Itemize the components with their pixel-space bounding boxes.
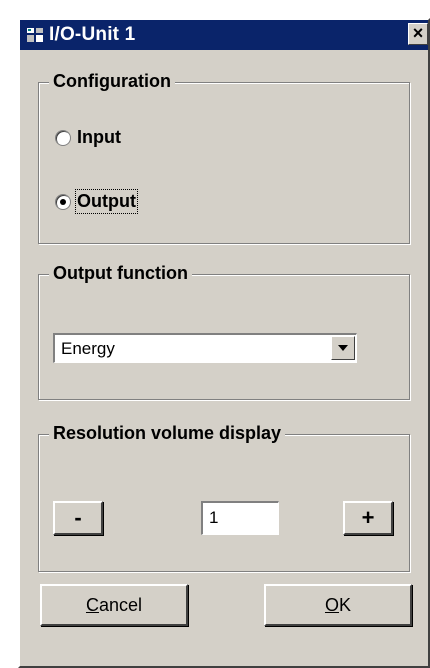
radio-output[interactable]: Output: [55, 189, 138, 214]
output-function-dropdown[interactable]: Energy: [53, 333, 357, 363]
decrement-label: -: [74, 505, 82, 530]
dialog-window: I/O-Unit 1 × Configuration Input Output …: [18, 18, 430, 668]
resolution-group: Resolution volume display - 1 +: [38, 423, 410, 572]
output-function-group: Output function Energy: [38, 263, 410, 400]
radio-output-label: Output: [75, 189, 138, 214]
radio-button-output[interactable]: [55, 193, 71, 210]
radio-button-input[interactable]: [55, 129, 71, 146]
radio-input[interactable]: Input: [55, 127, 121, 148]
output-function-legend: Output function: [49, 263, 192, 284]
configuration-legend: Configuration: [49, 71, 175, 92]
ok-label-rest: K: [339, 594, 352, 615]
close-button[interactable]: ×: [408, 23, 428, 45]
resolution-legend: Resolution volume display: [49, 423, 286, 444]
cancel-mnemonic: C: [85, 594, 99, 615]
cancel-label-rest: ancel: [98, 594, 143, 615]
close-icon: ×: [412, 23, 424, 43]
dropdown-arrow-icon[interactable]: [331, 336, 355, 360]
increment-label: +: [361, 505, 375, 530]
radio-input-label: Input: [77, 127, 121, 147]
app-icon: [26, 26, 44, 44]
increment-button[interactable]: +: [343, 501, 393, 535]
configuration-group: Configuration Input Output: [38, 71, 410, 244]
ok-button[interactable]: OK: [264, 584, 412, 626]
ok-mnemonic: O: [324, 594, 339, 615]
decrement-button[interactable]: -: [53, 501, 103, 535]
window-title: I/O-Unit 1: [49, 24, 136, 45]
resolution-value-input[interactable]: 1: [201, 501, 279, 535]
cancel-button[interactable]: Cancel: [40, 584, 188, 626]
title-bar[interactable]: I/O-Unit 1 ×: [20, 20, 428, 50]
output-function-value: Energy: [61, 339, 115, 358]
